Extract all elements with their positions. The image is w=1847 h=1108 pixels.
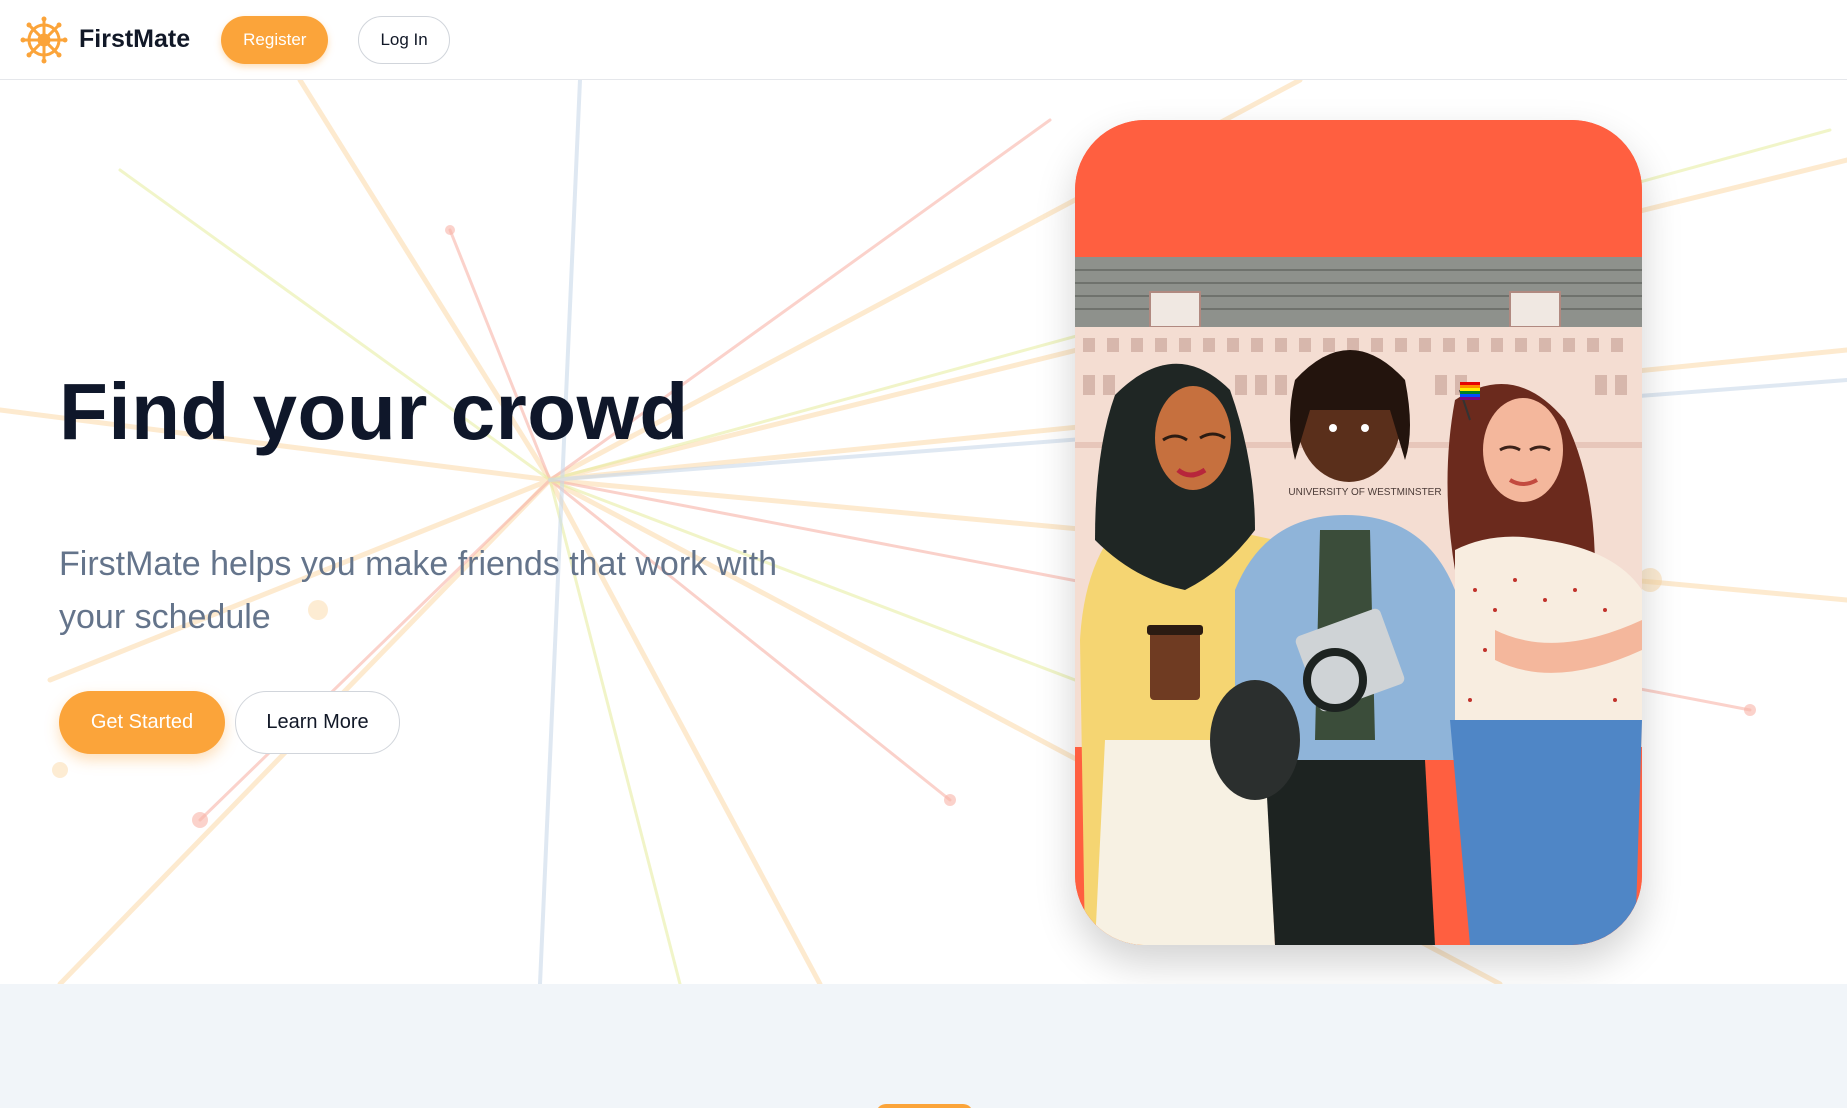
register-button[interactable]: Register [221,15,329,64]
section-accent-pill [876,1104,973,1108]
hero-illustration-card: UNIVERSITY OF WESTMINSTER [1075,120,1642,945]
illustration-sign: UNIVERSITY OF WESTMINSTER [1288,487,1441,498]
hero-section: Find your crowd FirstMate helps you make… [0,80,1847,984]
friends-illustration: UNIVERSITY OF WESTMINSTER [1075,120,1642,945]
brand-name: FirstMate [79,25,191,53]
get-started-button[interactable]: Get Started [59,691,225,754]
learn-more-button[interactable]: Learn More [235,691,400,754]
brand[interactable]: FirstMate [20,16,190,64]
hero-subtitle: FirstMate helps you make friends that wo… [59,545,778,636]
hero-title: Find your crowd [59,367,689,456]
ship-wheel-icon [20,16,68,63]
login-button[interactable]: Log In [358,15,450,64]
site-header: FirstMate Register Log In [0,0,1847,80]
features-section [0,984,1847,1108]
